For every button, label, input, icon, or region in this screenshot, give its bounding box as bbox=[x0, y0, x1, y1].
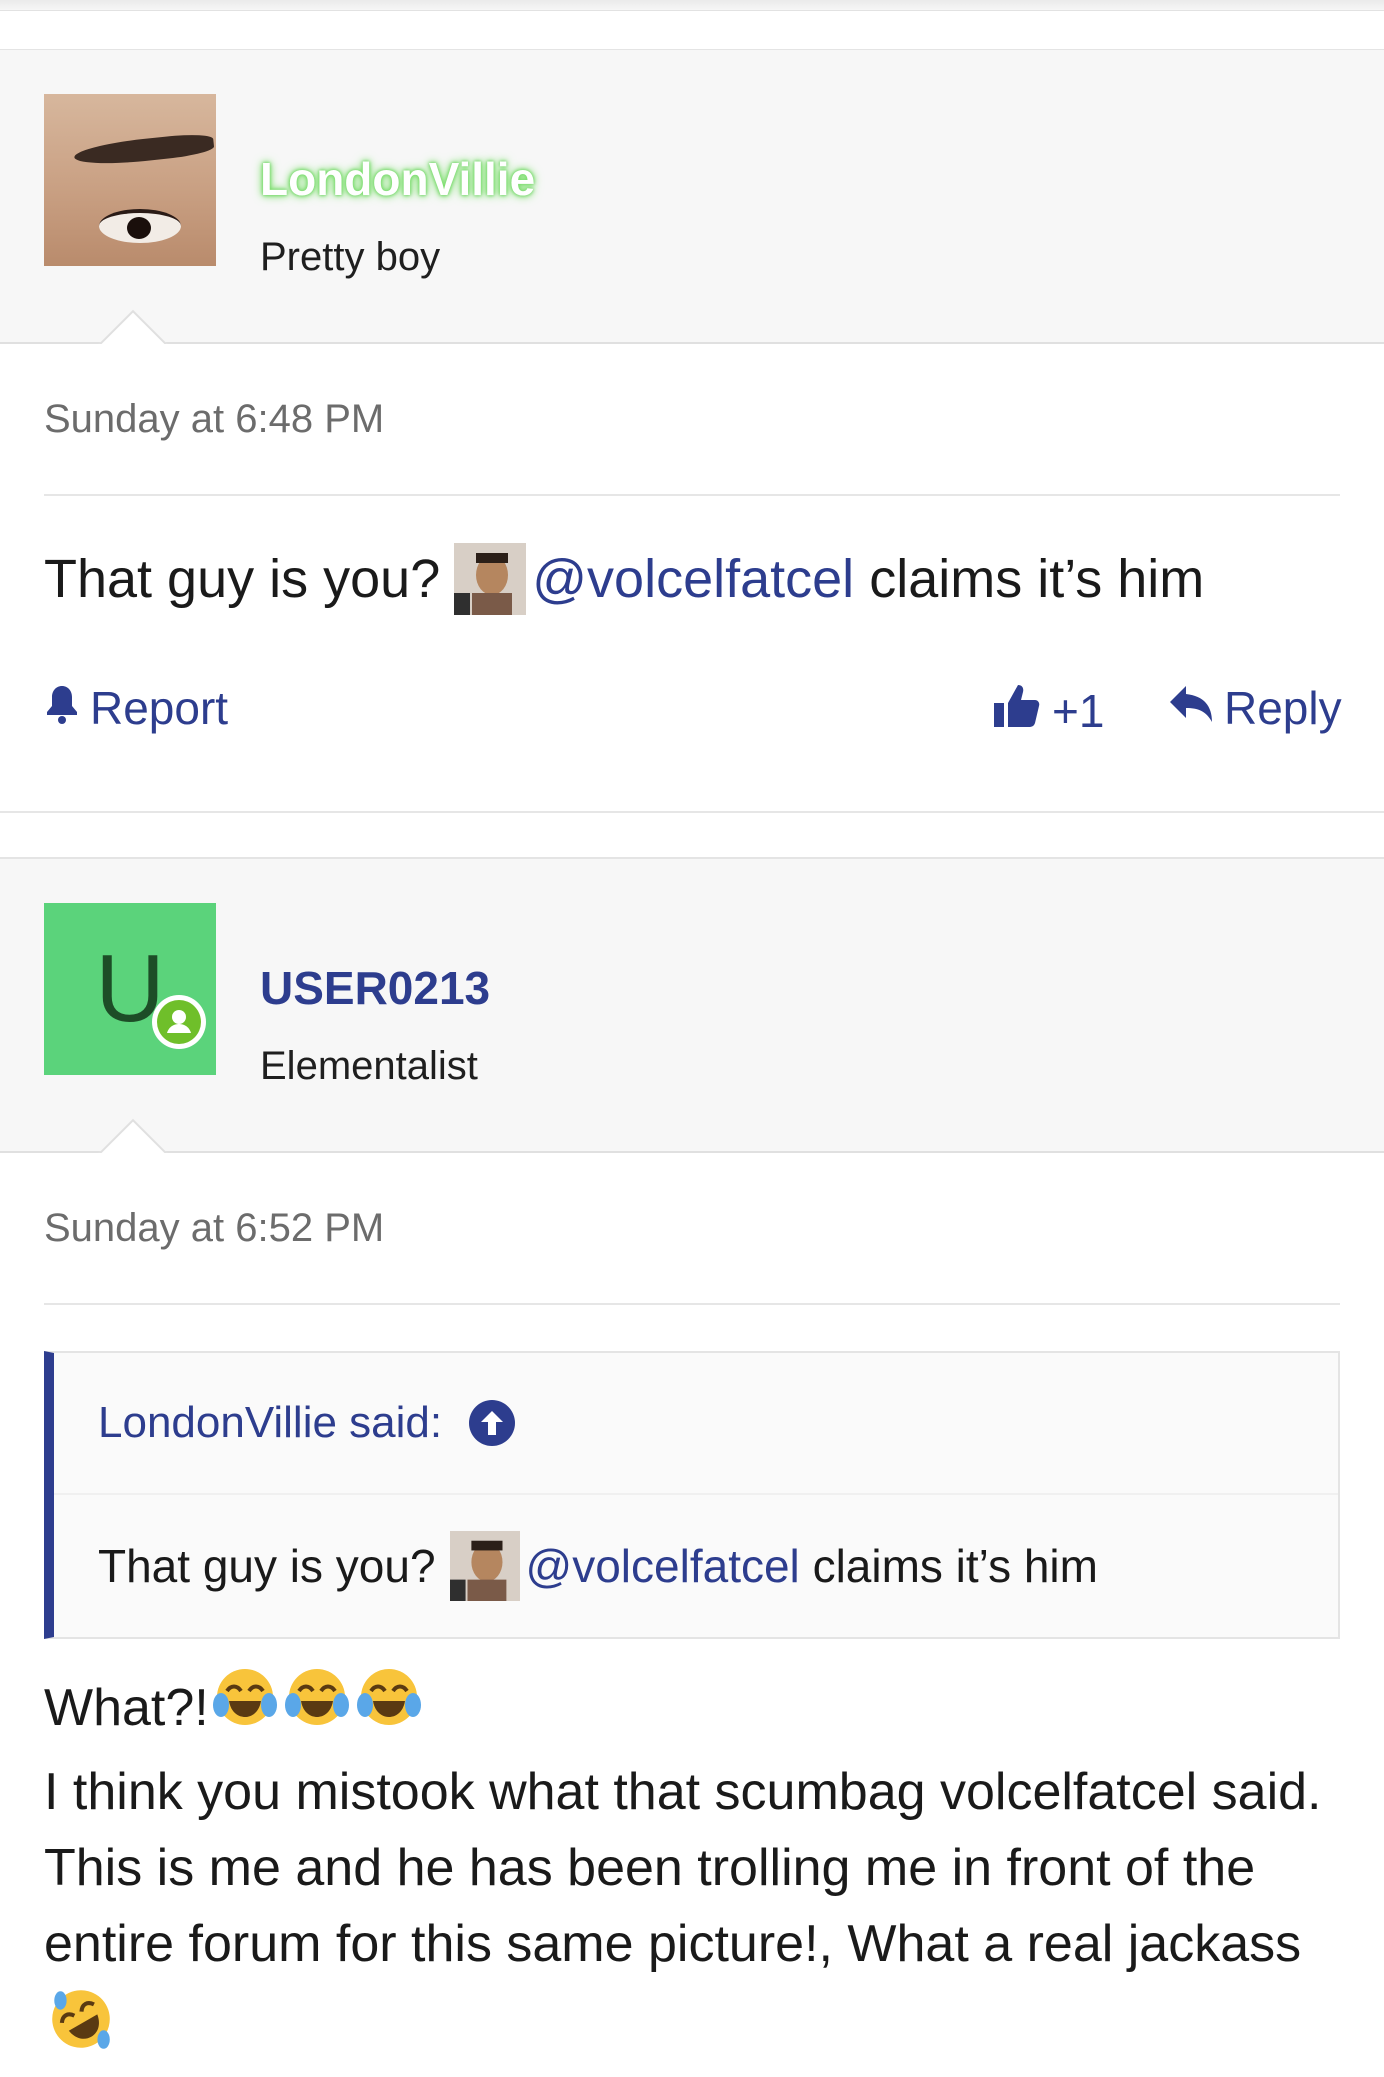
reply-line2: I think you mistook what that scumbag vo… bbox=[44, 1763, 1322, 1973]
top-bar bbox=[0, 0, 1384, 11]
username[interactable]: LondonVillie bbox=[260, 152, 535, 206]
spacer bbox=[0, 11, 1384, 50]
post-actions: Report +1 Reply bbox=[44, 661, 1342, 771]
quote-body: That guy is you? @volcelfatcel claims it… bbox=[54, 1495, 1338, 1637]
like-button[interactable]: +1 bbox=[992, 681, 1104, 740]
report-button[interactable]: Report bbox=[44, 681, 228, 735]
report-label: Report bbox=[90, 682, 229, 734]
reply-label: Reply bbox=[1224, 682, 1342, 734]
like-count: +1 bbox=[1052, 684, 1105, 737]
bell-icon bbox=[44, 681, 80, 735]
post-user0213: U USER0213 Elementalist Sunday at 6:52 P… bbox=[0, 859, 1384, 2077]
avatar[interactable] bbox=[44, 94, 216, 266]
body-suffix: claims it’s him bbox=[869, 548, 1205, 609]
post-londonvillie: LondonVillie Pretty boy Sunday at 6:48 P… bbox=[0, 50, 1384, 771]
avatar-photo bbox=[44, 94, 216, 266]
quote-header[interactable]: LondonVillie said: bbox=[54, 1353, 1338, 1495]
reply-arrow-icon bbox=[1168, 681, 1214, 735]
mention-avatar bbox=[454, 542, 527, 615]
user-online-icon bbox=[152, 995, 206, 1049]
post-user-header: LondonVillie Pretty boy bbox=[0, 50, 1384, 344]
post-body: That guy is you? @volcelfatcel claims it… bbox=[0, 496, 1384, 661]
body-prefix: That guy is you? bbox=[44, 548, 441, 609]
post-timestamp[interactable]: Sunday at 6:52 PM bbox=[44, 1153, 1340, 1305]
tears-of-joy-emoji bbox=[281, 1661, 353, 1754]
post-separator bbox=[0, 811, 1384, 859]
header-pointer bbox=[88, 301, 174, 344]
tears-of-joy-emoji bbox=[353, 1661, 425, 1754]
avatar-letter: U bbox=[44, 903, 216, 1075]
quote-author[interactable]: LondonVillie said: bbox=[98, 1398, 442, 1448]
avatar[interactable]: U bbox=[44, 903, 216, 1075]
post-body: What?! I think you mistook what that scu… bbox=[0, 1639, 1384, 2077]
user-title: Pretty boy bbox=[260, 235, 441, 279]
quote-prefix: That guy is you? bbox=[98, 1540, 436, 1592]
reply-line1: What?! bbox=[44, 1678, 209, 1737]
thumbs-up-icon bbox=[992, 681, 1042, 740]
username[interactable]: USER0213 bbox=[260, 961, 490, 1015]
tears-of-joy-emoji bbox=[209, 1661, 281, 1754]
mention-link[interactable]: @volcelfatcel bbox=[526, 1539, 800, 1593]
mention-avatar bbox=[449, 1531, 520, 1601]
rolling-laughing-emoji bbox=[44, 1982, 118, 2077]
header-pointer bbox=[88, 1110, 174, 1153]
post-user-header: U USER0213 Elementalist bbox=[0, 859, 1384, 1153]
reply-button[interactable]: Reply bbox=[1168, 681, 1342, 735]
arrow-up-circle-icon[interactable] bbox=[468, 1399, 516, 1447]
user-title: Elementalist bbox=[260, 1044, 478, 1088]
mention-link[interactable]: @volcelfatcel bbox=[532, 548, 854, 610]
quote-suffix: claims it’s him bbox=[812, 1540, 1098, 1592]
post-timestamp[interactable]: Sunday at 6:48 PM bbox=[44, 344, 1340, 496]
quote-block: LondonVillie said: That guy is you? @vol… bbox=[44, 1351, 1340, 1639]
